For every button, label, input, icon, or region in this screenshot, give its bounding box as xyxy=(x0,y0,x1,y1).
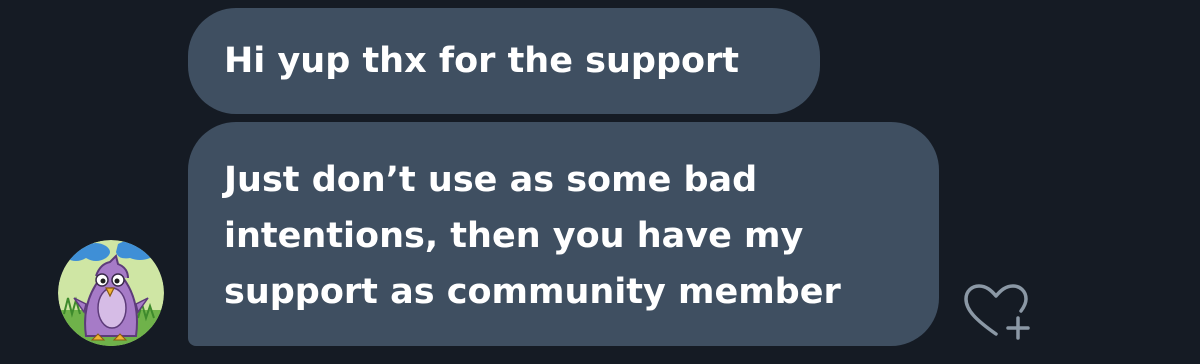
avatar[interactable] xyxy=(58,240,164,346)
message-text: Hi yup thx for the support xyxy=(224,41,740,81)
message-bubble[interactable]: Just don’t use as some bad intentions, t… xyxy=(188,122,939,346)
add-reaction-button[interactable] xyxy=(960,282,1032,342)
message-text-line: Just don’t use as some bad xyxy=(224,160,758,200)
dm-conversation: Hi yup thx for the support Just don’t us… xyxy=(0,0,1200,364)
message-text-line: intentions, then you have my xyxy=(224,216,804,256)
message-bubble[interactable]: Hi yup thx for the support xyxy=(188,8,820,114)
message-text-line: support as community member xyxy=(224,272,841,312)
heart-plus-icon xyxy=(964,284,1030,340)
purple-bird-avatar xyxy=(58,240,164,346)
